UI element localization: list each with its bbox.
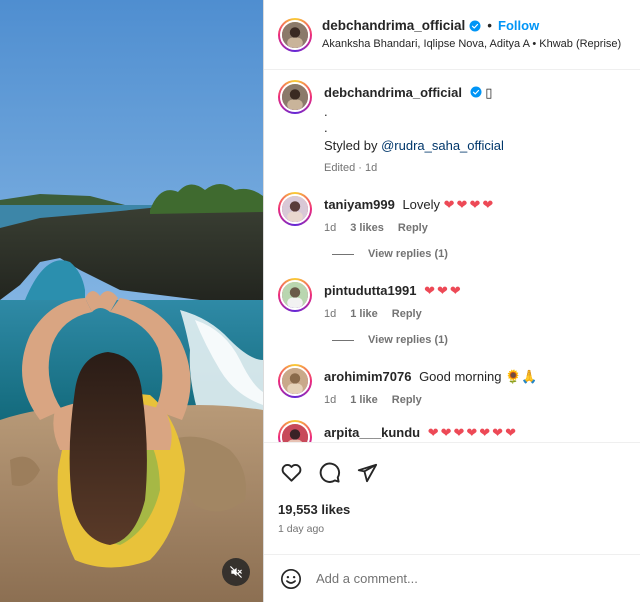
caption-line: . [324, 104, 328, 119]
verified-badge-icon [469, 20, 481, 31]
view-replies-button[interactable]: View replies (1) [332, 248, 626, 260]
view-replies-label: View replies (1) [368, 248, 448, 260]
post-side-panel: debchandrima_official • Follow Akanksha … [264, 0, 640, 602]
emoji-picker-button[interactable] [278, 566, 304, 592]
comment-item: arohimim7076 Good morning 🌻🙏 1d 1 like R… [278, 364, 626, 406]
comment-item: arpita___kundu ❤❤❤❤❤❤❤ [278, 420, 626, 442]
comment-username[interactable]: taniyam999 [324, 197, 395, 212]
audio-attribution[interactable]: Akanksha Bhandari, Iqlipse Nova, Aditya … [322, 39, 621, 50]
comment-reply-button[interactable]: Reply [392, 394, 422, 406]
comment-time: 1d [324, 222, 337, 234]
caption-styled-by: Styled by [324, 138, 382, 153]
comment-time: 1d [324, 394, 337, 406]
caption-edited-time: Edited · 1d [324, 162, 378, 174]
commenter-avatar[interactable] [278, 420, 312, 442]
comment-composer [264, 554, 640, 602]
caption-emoji: ▯ [485, 85, 493, 100]
comment-item: taniyam999 Lovely ❤❤❤❤ 1d 3 likes Reply [278, 192, 626, 234]
post-dialog: debchandrima_official • Follow Akanksha … [0, 0, 640, 602]
comment-reply-button[interactable]: Reply [398, 222, 428, 234]
view-replies-label: View replies (1) [368, 334, 448, 346]
comment-time: 1d [324, 308, 337, 320]
comments-list[interactable]: debchandrima_official ▯ . . Styled by @r… [264, 70, 640, 442]
post-stats: 19,553 likes 1 day ago [264, 502, 640, 554]
post-media[interactable] [0, 0, 263, 602]
comment-reply-button[interactable]: Reply [392, 308, 422, 320]
comment-text: Good morning 🌻🙏 [419, 369, 538, 384]
post-time[interactable]: 1 day ago [278, 523, 626, 535]
comment-text: Lovely [402, 197, 441, 212]
comment-username[interactable]: arohimim7076 [324, 369, 411, 384]
comment-likes[interactable]: 1 like [350, 308, 378, 320]
author-username[interactable]: debchandrima_official [322, 19, 465, 33]
caption-avatar[interactable] [278, 80, 312, 114]
action-bar [264, 442, 640, 502]
commenter-avatar[interactable] [278, 364, 312, 398]
post-header: debchandrima_official • Follow Akanksha … [264, 0, 640, 70]
emoji-icon [281, 568, 301, 589]
likes-count[interactable]: 19,553 likes [278, 502, 626, 517]
verified-badge-icon [470, 86, 482, 98]
commenter-avatar[interactable] [278, 192, 312, 226]
comment-hearts: ❤❤❤ [424, 283, 463, 298]
comment-username[interactable]: arpita___kundu [324, 425, 420, 440]
comment-likes[interactable]: 3 likes [350, 222, 384, 234]
caption-username[interactable]: debchandrima_official [324, 85, 462, 100]
follow-button[interactable]: Follow [498, 19, 539, 32]
caption-mention-link[interactable]: @rudra_saha_official [381, 138, 504, 153]
header-separator: • [487, 17, 493, 33]
mute-toggle-button[interactable] [222, 558, 250, 586]
author-avatar[interactable] [278, 17, 312, 52]
caption: debchandrima_official ▯ . . Styled by @r… [278, 80, 626, 174]
commenter-avatar[interactable] [278, 278, 312, 312]
comment-item: pintudutta1991 ❤❤❤ 1d 1 like Reply [278, 278, 626, 320]
comment-hearts: ❤❤❤❤ [443, 197, 496, 212]
comment-likes[interactable]: 1 like [350, 394, 378, 406]
share-button[interactable] [354, 460, 380, 486]
view-replies-button[interactable]: View replies (1) [332, 334, 626, 346]
reel-video-frame[interactable] [0, 0, 263, 602]
like-button[interactable] [278, 460, 304, 486]
comment-icon [319, 462, 340, 483]
share-icon [357, 463, 378, 482]
comment-hearts: ❤❤❤❤❤❤❤ [427, 425, 518, 440]
heart-icon [281, 463, 301, 482]
speaker-muted-icon [230, 566, 242, 578]
comment-button[interactable] [316, 460, 342, 486]
caption-line: . [324, 120, 328, 135]
comment-input[interactable] [316, 571, 576, 586]
comment-username[interactable]: pintudutta1991 [324, 283, 416, 298]
